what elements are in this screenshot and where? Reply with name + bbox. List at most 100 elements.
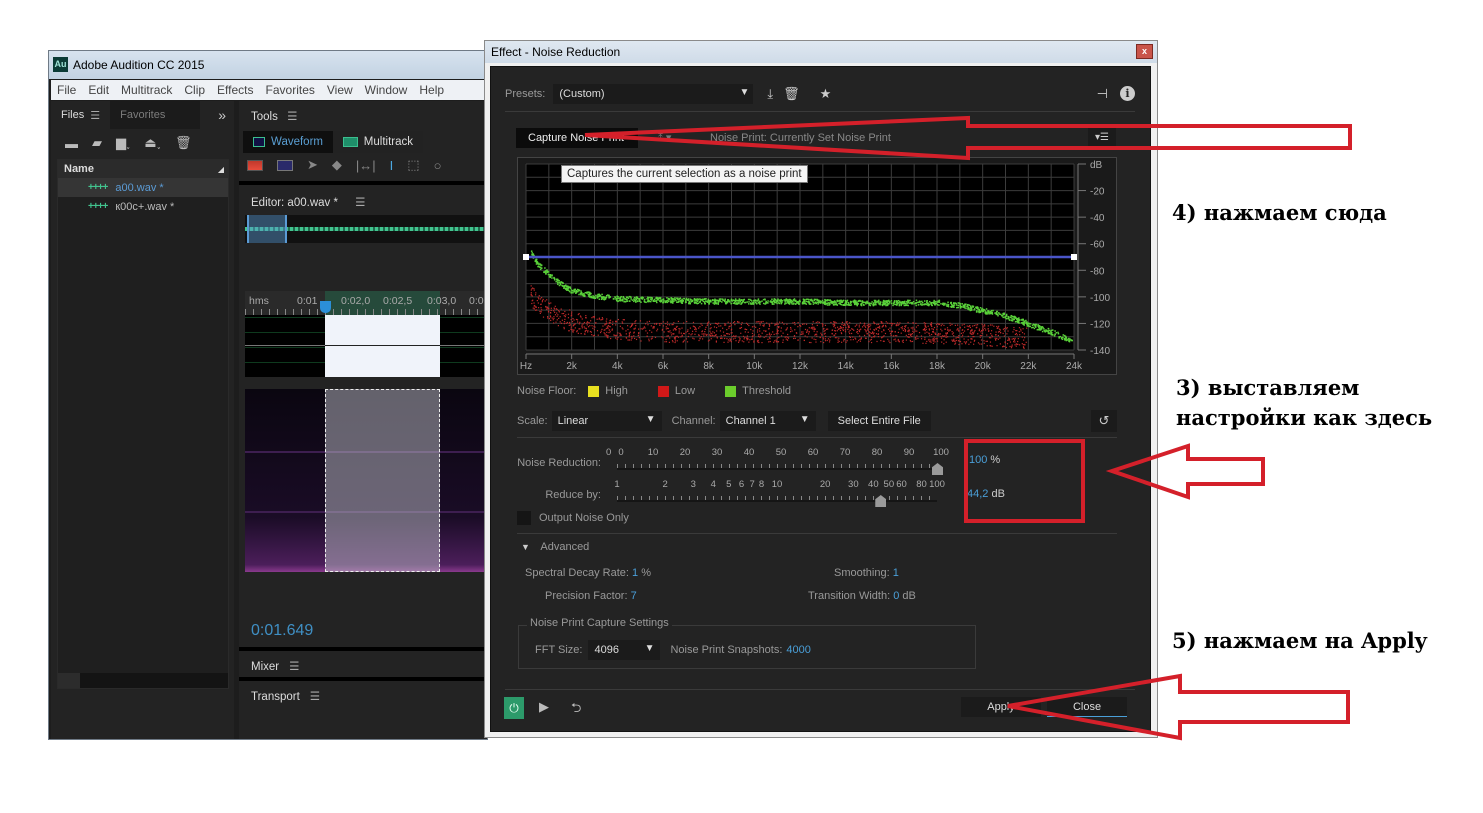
low-noise-point bbox=[991, 334, 993, 336]
close-icon[interactable]: x bbox=[1136, 44, 1153, 59]
panel-menu-icon[interactable]: ☰ bbox=[289, 661, 299, 673]
low-noise-point bbox=[628, 339, 630, 341]
overview-bar[interactable] bbox=[245, 215, 485, 243]
select-entire-file-button[interactable]: Select Entire File bbox=[827, 411, 931, 431]
channel-dropdown[interactable]: Channel 1 ▼ bbox=[719, 411, 816, 431]
menu-view[interactable]: View bbox=[321, 83, 359, 97]
panel-menu-icon[interactable]: ☰ bbox=[90, 109, 100, 122]
x-tick-label: 22k bbox=[1020, 361, 1037, 372]
save-preset-icon[interactable]: ⤓ bbox=[767, 86, 773, 102]
column-header-name[interactable]: Name ◢ bbox=[58, 160, 228, 178]
threshold-point bbox=[624, 298, 627, 300]
panel-overflow-icon[interactable]: » bbox=[218, 107, 226, 123]
waveform-display-icon[interactable] bbox=[277, 159, 293, 171]
spectral-selection[interactable] bbox=[325, 389, 440, 572]
legend-swatch-low[interactable] bbox=[657, 385, 669, 397]
playhead-handle[interactable] bbox=[320, 301, 331, 313]
insert-icon[interactable]: ⏏˯ bbox=[144, 135, 161, 151]
reduce-by-track[interactable] bbox=[617, 496, 937, 502]
waveform-selection[interactable] bbox=[325, 315, 440, 377]
capture-noise-print-button[interactable]: Capture Noise Print bbox=[516, 128, 638, 148]
spectral-display-icon[interactable] bbox=[247, 159, 263, 171]
trash-icon[interactable]: 🗑 bbox=[175, 135, 192, 151]
file-item[interactable]: ++++ к00с+.wav * bbox=[58, 197, 228, 216]
precision-factor-value[interactable]: 7 bbox=[631, 590, 637, 602]
legend-swatch-high[interactable] bbox=[588, 385, 600, 397]
low-noise-point bbox=[879, 327, 881, 329]
menu-effects[interactable]: Effects bbox=[211, 83, 259, 97]
time-ruler[interactable]: hms 0:01 0:02,0 0:02,5 0:03,0 0:0 bbox=[245, 291, 485, 315]
routing-icon[interactable]: ⊣ bbox=[1097, 86, 1108, 102]
lasso-tool-icon[interactable]: ○ bbox=[434, 158, 442, 173]
razor-tool-icon[interactable]: ◆ bbox=[332, 157, 342, 173]
reduce-by-number[interactable]: 44,2 bbox=[967, 488, 988, 500]
noise-reduction-value[interactable]: 100 % bbox=[969, 454, 1000, 466]
loop-icon[interactable]: ⮌ bbox=[571, 699, 581, 721]
menu-clip[interactable]: Clip bbox=[178, 83, 211, 97]
menu-edit[interactable]: Edit bbox=[82, 83, 115, 97]
reduce-by-value[interactable]: 44,2 dB bbox=[967, 488, 1005, 500]
apply-button[interactable]: Apply bbox=[961, 697, 1041, 717]
panel-menu-icon[interactable]: ☰ bbox=[355, 197, 365, 209]
low-noise-point bbox=[905, 334, 907, 336]
smoothing-value[interactable]: 1 bbox=[893, 567, 899, 579]
tab-favorites[interactable]: Favorites bbox=[110, 101, 201, 129]
chevron-down-icon: ▼ bbox=[645, 414, 656, 425]
waveform-track[interactable] bbox=[245, 315, 485, 377]
scrollbar-thumb[interactable] bbox=[58, 673, 80, 688]
spectral-display[interactable] bbox=[245, 389, 485, 572]
delete-preset-icon[interactable]: 🗑 bbox=[783, 86, 800, 102]
low-noise-point bbox=[890, 322, 893, 324]
menu-favorites[interactable]: Favorites bbox=[260, 83, 321, 97]
noise-reduction-track[interactable] bbox=[617, 464, 937, 470]
noise-reduction-number[interactable]: 100 bbox=[969, 454, 987, 466]
overview-viewport[interactable] bbox=[247, 215, 287, 243]
waveform-mode-button[interactable]: Waveform bbox=[243, 131, 333, 153]
legend-swatch-threshold[interactable] bbox=[725, 385, 737, 397]
time-selection-tool-icon[interactable]: I bbox=[390, 158, 394, 173]
tab-files[interactable]: Files ☰ bbox=[51, 101, 110, 129]
marquee-tool-icon[interactable]: ⬚ bbox=[407, 157, 419, 173]
noise-graph[interactable]: dB -20 -40 -60 -80 -100 -120 -140 Hz 2k 4k 6k 8k 10k 1… bbox=[517, 157, 1117, 375]
output-noise-only-checkbox[interactable] bbox=[517, 511, 531, 525]
snapshots-value[interactable]: 4000 bbox=[786, 644, 810, 656]
menu-help[interactable]: Help bbox=[413, 83, 450, 97]
reset-icon[interactable]: ↺ bbox=[1091, 410, 1117, 432]
dialog-title-bar[interactable]: Effect - Noise Reduction x bbox=[485, 41, 1157, 63]
move-tool-icon[interactable]: ➤ bbox=[307, 157, 318, 173]
low-noise-point bbox=[538, 298, 540, 300]
close-button[interactable]: Close bbox=[1047, 697, 1127, 717]
preview-play-icon[interactable]: ▶ bbox=[539, 699, 549, 715]
open-folder-icon[interactable]: ▬ bbox=[65, 136, 78, 151]
menu-file[interactable]: File bbox=[51, 83, 82, 97]
low-noise-point bbox=[563, 322, 565, 325]
noise-print-load-icon[interactable]: ⤒ ▾ bbox=[658, 131, 698, 145]
scale-dropdown[interactable]: Linear ▼ bbox=[551, 411, 662, 431]
panel-menu-icon[interactable]: ☰ bbox=[310, 691, 320, 703]
spectral-decay-label: Spectral Decay Rate: bbox=[525, 567, 629, 579]
low-noise-point bbox=[880, 322, 883, 324]
fft-size-dropdown[interactable]: 4096 ▼ bbox=[588, 640, 661, 660]
advanced-toggle[interactable]: ▼ Advanced bbox=[521, 541, 589, 553]
low-noise-point bbox=[859, 338, 861, 340]
low-noise-point bbox=[625, 337, 628, 339]
multitrack-mode-button[interactable]: Multitrack bbox=[333, 131, 423, 153]
panel-menu-icon[interactable]: ☰ bbox=[287, 111, 297, 123]
low-noise-point bbox=[615, 324, 617, 326]
menu-multitrack[interactable]: Multitrack bbox=[115, 83, 178, 97]
file-item[interactable]: ++++ a00.wav * bbox=[58, 178, 228, 197]
info-icon[interactable]: i bbox=[1120, 86, 1135, 101]
new-file-icon[interactable]: ▆˯ bbox=[116, 135, 130, 151]
noise-print-menu-icon[interactable]: ▾☰ bbox=[1088, 128, 1116, 148]
slip-tool-icon[interactable]: |↔| bbox=[356, 158, 376, 173]
menu-window[interactable]: Window bbox=[359, 83, 414, 97]
favorite-star-icon[interactable]: ★ bbox=[820, 86, 832, 102]
import-icon[interactable]: ▰ bbox=[92, 135, 102, 151]
transition-width-value[interactable]: 0 bbox=[893, 590, 899, 602]
presets-dropdown[interactable]: (Custom) ▼ bbox=[553, 84, 754, 104]
spectral-decay-value[interactable]: 1 bbox=[632, 567, 638, 579]
low-noise-point bbox=[815, 341, 817, 343]
power-toggle-icon[interactable]: ⏻ bbox=[504, 697, 524, 719]
horizontal-scrollbar[interactable] bbox=[58, 673, 228, 688]
threshold-point bbox=[600, 296, 603, 299]
